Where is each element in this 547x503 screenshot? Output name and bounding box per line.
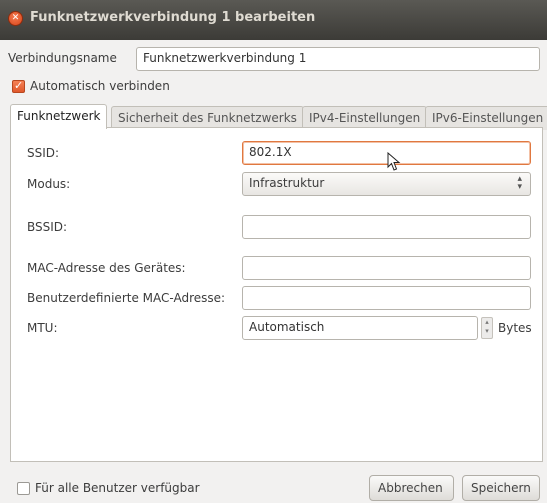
custom-mac-label: Benutzerdefinierte MAC-Adresse:	[27, 291, 226, 305]
bssid-input[interactable]	[242, 215, 531, 239]
mtu-unit: Bytes	[498, 321, 532, 335]
tab-funknetzwerk[interactable]: Funknetzwerk	[10, 104, 108, 129]
mode-value: Infrastruktur	[249, 176, 325, 190]
mouse-pointer-icon	[387, 152, 401, 171]
bssid-label: BSSID:	[27, 220, 68, 234]
ssid-label: SSID:	[27, 146, 60, 160]
custom-mac-input[interactable]	[242, 286, 531, 310]
all-users-label[interactable]: Für alle Benutzer verfügbar	[35, 481, 200, 495]
all-users-checkbox[interactable]	[17, 482, 30, 495]
mode-label: Modus:	[27, 177, 71, 191]
save-button[interactable]: Speichern	[462, 475, 540, 501]
cancel-button[interactable]: Abbrechen	[369, 475, 454, 501]
window-title: Funknetzwerkverbindung 1 bearbeiten	[30, 10, 316, 25]
mac-input[interactable]	[242, 256, 531, 280]
connection-name-input[interactable]: Funknetzwerkverbindung 1	[136, 47, 540, 71]
close-icon[interactable]: ✕	[8, 11, 23, 26]
mac-label: MAC-Adresse des Gerätes:	[27, 261, 186, 275]
mtu-label: MTU:	[27, 321, 58, 335]
title-bar: ✕ Funknetzwerkverbindung 1 bearbeiten	[0, 0, 547, 40]
updown-arrows-icon: ▴ ▾	[517, 174, 522, 192]
connection-name-label: Verbindungsname	[8, 51, 117, 65]
auto-connect-checkbox[interactable]	[12, 79, 25, 93]
mtu-spinner[interactable]: ▴ ▾	[481, 317, 493, 339]
mtu-input[interactable]: Automatisch	[242, 316, 478, 340]
auto-connect-label[interactable]: Automatisch verbinden	[30, 79, 170, 93]
mode-select[interactable]: Infrastruktur ▴ ▾	[242, 172, 531, 196]
